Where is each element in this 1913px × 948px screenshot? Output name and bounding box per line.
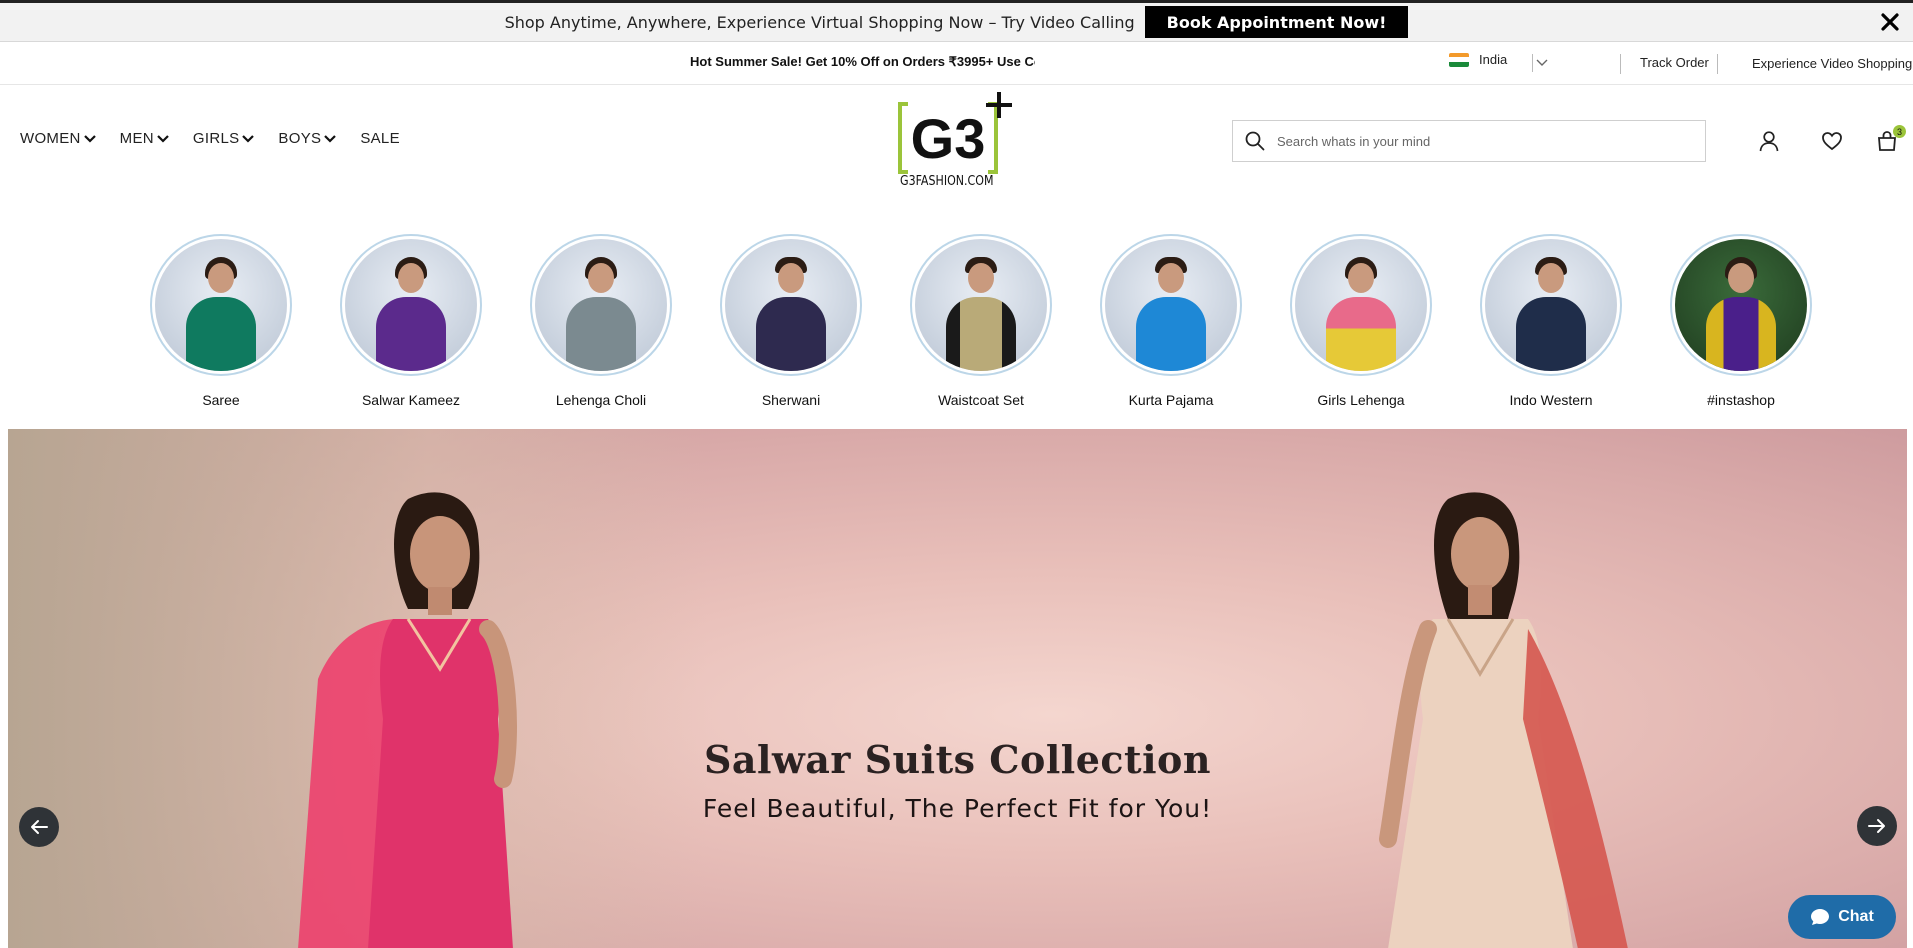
category-image xyxy=(340,234,482,376)
book-appointment-button[interactable]: Book Appointment Now! xyxy=(1144,6,1409,38)
country-label: India xyxy=(1479,52,1508,67)
divider xyxy=(1620,54,1621,74)
logo-mark: G3 xyxy=(911,107,986,170)
divider xyxy=(1717,54,1718,74)
hero-model-right xyxy=(1379,492,1628,948)
category-label: Waistcoat Set xyxy=(938,392,1024,408)
info-bar: Hot Summer Sale! Get 10% Off on Orders ₹… xyxy=(0,42,1913,85)
category-label: #instashop xyxy=(1707,392,1775,408)
cart-count-badge: 3 xyxy=(1893,125,1906,138)
chevron-down-icon[interactable] xyxy=(1532,54,1550,72)
hero-subtitle: Feel Beautiful, The Perfect Fit for You! xyxy=(702,794,1213,823)
nav-item-women[interactable]: WOMEN xyxy=(20,130,96,147)
search-icon[interactable] xyxy=(1233,131,1277,151)
hero-banner[interactable]: Salwar Suits Collection Feel Beautiful, … xyxy=(8,429,1907,948)
chat-label: Chat xyxy=(1838,908,1874,925)
track-order-link[interactable]: Track Order xyxy=(1640,55,1709,70)
chevron-down-icon xyxy=(83,134,96,143)
category-image xyxy=(910,234,1052,376)
chat-bubble-icon xyxy=(1811,909,1830,925)
hero-model-left xyxy=(298,492,517,948)
india-flag-icon xyxy=(1449,52,1469,67)
nav-item-men[interactable]: MEN xyxy=(120,130,169,147)
category-label: Indo Western xyxy=(1509,392,1593,408)
category-image xyxy=(1290,234,1432,376)
chevron-down-icon xyxy=(242,134,255,143)
category-image xyxy=(1480,234,1622,376)
nav-label: BOYS xyxy=(278,130,322,147)
user-icon[interactable] xyxy=(1756,128,1782,154)
category-girls-lehenga[interactable]: Girls Lehenga xyxy=(1266,234,1456,408)
nav-item-girls[interactable]: GIRLS xyxy=(193,130,255,147)
main-nav: WOMEN MEN GIRLS BOYS SALE xyxy=(20,130,424,147)
nav-label: GIRLS xyxy=(192,130,240,147)
category-salwar-kameez[interactable]: Salwar Kameez xyxy=(316,234,506,408)
nav-item-boys[interactable]: BOYS xyxy=(278,130,337,147)
announcement-bar: Shop Anytime, Anywhere, Experience Virtu… xyxy=(0,0,1913,42)
close-icon[interactable] xyxy=(1879,11,1901,33)
category-carousel: Saree Salwar Kameez Lehenga Choli Sherwa… xyxy=(126,234,1836,408)
chevron-down-icon xyxy=(157,134,169,143)
category-label: Salwar Kameez xyxy=(361,392,461,408)
announcement-text: Shop Anytime, Anywhere, Experience Virtu… xyxy=(504,12,1135,32)
nav-label: SALE xyxy=(360,130,400,147)
category-label: Saree xyxy=(202,392,240,408)
category-lehenga-choli[interactable]: Lehenga Choli xyxy=(506,234,696,408)
category-label: Kurta Pajama xyxy=(1128,392,1214,408)
category-image xyxy=(1100,234,1242,376)
category-kurta-pajama[interactable]: Kurta Pajama xyxy=(1076,234,1266,408)
carousel-next-arrow-icon[interactable] xyxy=(1857,806,1897,846)
category-image xyxy=(1670,234,1812,376)
search-input[interactable] xyxy=(1277,133,1677,149)
search-bar[interactable] xyxy=(1232,120,1706,162)
category-image xyxy=(150,234,292,376)
logo-subtext: G3FASHION.COM xyxy=(900,174,994,189)
hero-title: Salwar Suits Collection xyxy=(703,737,1211,782)
category-label: Sherwani xyxy=(761,392,821,408)
nav-item-sale[interactable]: SALE xyxy=(360,130,400,147)
category-saree[interactable]: Saree xyxy=(126,234,316,408)
bag-icon[interactable]: 3 xyxy=(1874,125,1906,154)
chat-button[interactable]: Chat xyxy=(1788,895,1896,939)
category-indo-western[interactable]: Indo Western xyxy=(1456,234,1646,408)
category-label: Girls Lehenga xyxy=(1317,392,1405,408)
chevron-down-icon xyxy=(324,134,337,143)
category-image xyxy=(530,234,672,376)
carousel-prev-arrow-icon[interactable] xyxy=(19,807,59,847)
category-image xyxy=(720,234,862,376)
country-selector[interactable]: India xyxy=(1449,52,1507,67)
category-instashop[interactable]: #instashop xyxy=(1646,234,1836,408)
category-waistcoat-set[interactable]: Waistcoat Set xyxy=(886,234,1076,408)
nav-label: MEN xyxy=(119,130,154,147)
g3-logo[interactable]: G3 G3FASHION.COM xyxy=(896,90,1016,195)
category-sherwani[interactable]: Sherwani xyxy=(696,234,886,408)
video-shopping-link[interactable]: Experience Video Shopping xyxy=(1752,56,1912,71)
promo-ticker: Hot Summer Sale! Get 10% Off on Orders ₹… xyxy=(690,54,1035,69)
category-label: Lehenga Choli xyxy=(555,392,647,408)
heart-icon[interactable] xyxy=(1819,128,1845,154)
nav-label: WOMEN xyxy=(20,130,81,147)
